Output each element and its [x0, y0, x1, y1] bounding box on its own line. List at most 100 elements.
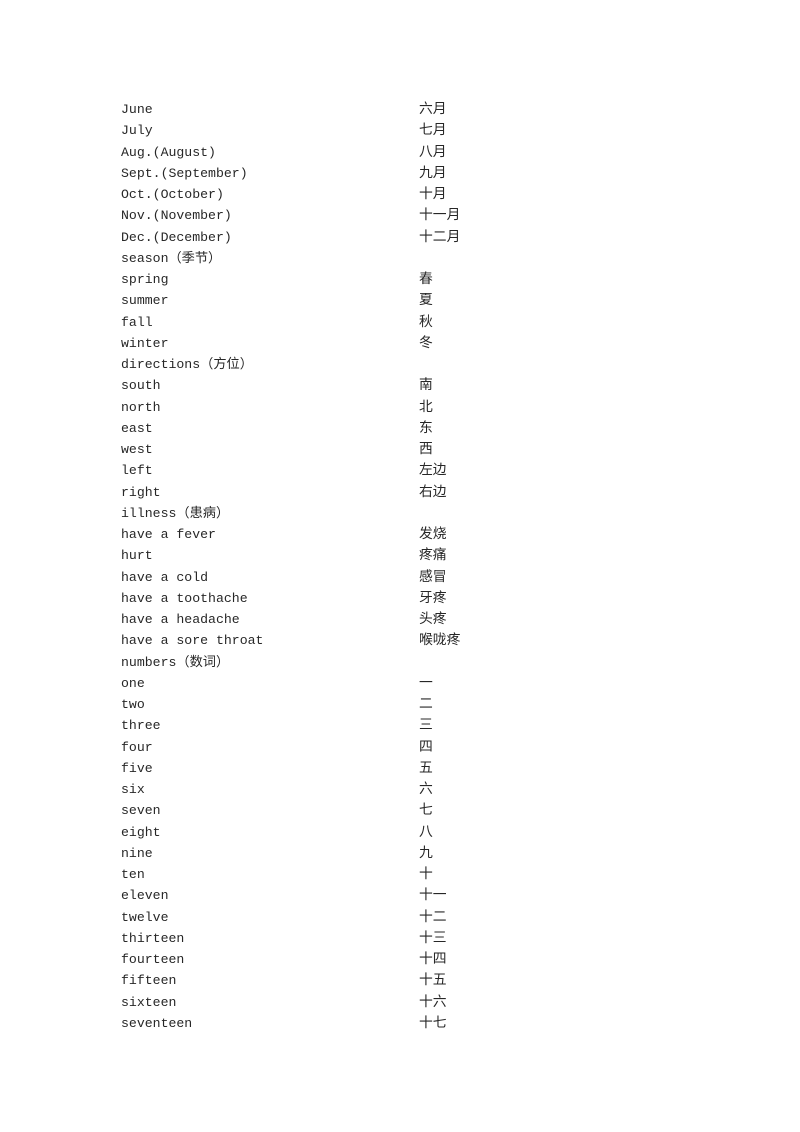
term-english: fall — [121, 314, 153, 330]
term-english: seventeen — [121, 1015, 193, 1031]
term-chinese: 十月 — [419, 186, 447, 202]
term-chinese: 五 — [419, 759, 433, 776]
vocabulary-row: have a sore throat 喉咙疼 — [121, 630, 721, 651]
vocabulary-row: Nov.(November) 十一月 — [121, 205, 721, 226]
term-english: one — [121, 675, 145, 691]
term-chinese: 十一月 — [419, 207, 461, 224]
term-chinese: 秋 — [419, 313, 433, 330]
vocabulary-row: fourteen 十四 — [121, 949, 721, 970]
section-heading-label: directions（方位） — [121, 357, 253, 372]
term-english: sixteen — [121, 994, 177, 1010]
vocabulary-row: Aug.(August) 八月 — [121, 142, 721, 163]
term-chinese: 十七 — [419, 1014, 447, 1031]
vocabulary-row: July 七月 — [121, 120, 721, 141]
term-english: seven — [121, 803, 161, 819]
vocabulary-row: have a cold 感冒 — [121, 567, 721, 588]
term-chinese: 东 — [419, 419, 433, 436]
term-english: summer — [121, 293, 169, 309]
vocabulary-row: hurt 疼痛 — [121, 545, 721, 566]
term-english: have a sore throat — [121, 633, 264, 649]
vocabulary-row: Oct.(October) 十月 — [121, 184, 721, 205]
vocabulary-row: two 二 — [121, 694, 721, 715]
term-english: Nov.(November) — [121, 208, 232, 224]
term-english: south — [121, 378, 161, 394]
term-english: fourteen — [121, 952, 185, 967]
vocabulary-row: east 东 — [121, 418, 721, 439]
vocabulary-section-heading: season（季节） — [121, 248, 721, 269]
term-chinese: 十 — [419, 866, 433, 882]
vocabulary-section-heading: numbers（数词） — [121, 652, 721, 673]
vocabulary-row: summer 夏 — [121, 290, 721, 311]
vocabulary-row: thirteen 十三 — [121, 928, 721, 949]
term-english: July — [121, 123, 153, 139]
term-english: three — [121, 718, 161, 734]
term-english: ten — [121, 867, 145, 882]
vocabulary-row: five 五 — [121, 758, 721, 779]
term-chinese: 十五 — [419, 972, 447, 989]
vocabulary-row: six 六 — [121, 779, 721, 800]
term-english: two — [121, 697, 145, 712]
term-chinese: 十一 — [419, 887, 447, 904]
term-english: twelve — [121, 909, 169, 925]
term-english: Aug.(August) — [121, 144, 216, 160]
term-chinese: 九 — [419, 844, 433, 861]
vocabulary-row: nine 九 — [121, 843, 721, 864]
term-chinese: 十二月 — [419, 228, 461, 245]
vocabulary-section-heading: directions（方位） — [121, 354, 721, 375]
vocabulary-row: have a headache 头疼 — [121, 609, 721, 630]
vocabulary-row: winter 冬 — [121, 333, 721, 354]
term-english: west — [121, 442, 153, 457]
term-chinese: 南 — [419, 377, 433, 394]
vocabulary-row: eight 八 — [121, 822, 721, 843]
term-english: fifteen — [121, 973, 177, 989]
term-chinese: 七月 — [419, 122, 447, 139]
vocabulary-row: four 四 — [121, 737, 721, 758]
term-chinese: 八月 — [419, 143, 447, 160]
term-english: left — [121, 463, 153, 479]
term-chinese: 感冒 — [419, 568, 447, 585]
vocabulary-row: Sept.(September) 九月 — [121, 163, 721, 184]
term-chinese: 春 — [419, 271, 433, 287]
term-chinese: 十四 — [419, 951, 447, 967]
vocabulary-row: fall 秋 — [121, 312, 721, 333]
vocabulary-row: fifteen 十五 — [121, 970, 721, 991]
section-heading-label: numbers（数词） — [121, 654, 230, 670]
term-chinese: 三 — [419, 717, 433, 734]
term-english: winter — [121, 335, 169, 351]
term-chinese: 六 — [419, 781, 433, 797]
term-chinese: 夏 — [419, 292, 433, 309]
term-english: June — [121, 102, 153, 117]
vocabulary-row: left 左边 — [121, 460, 721, 481]
term-chinese: 喉咙疼 — [419, 632, 461, 649]
vocabulary-row: ten 十 — [121, 864, 721, 885]
vocabulary-row: west 西 — [121, 439, 721, 460]
term-chinese: 七 — [419, 802, 433, 819]
term-chinese: 二 — [419, 696, 433, 712]
vocabulary-row: June 六月 — [121, 99, 721, 120]
term-english: thirteen — [121, 930, 185, 946]
vocabulary-row: three 三 — [121, 715, 721, 736]
term-english: eight — [121, 824, 161, 840]
term-english: Oct.(October) — [121, 187, 224, 202]
vocabulary-row: sixteen 十六 — [121, 992, 721, 1013]
term-english: have a cold — [121, 569, 209, 585]
term-chinese: 四 — [419, 738, 433, 755]
term-english: spring — [121, 272, 169, 287]
term-english: Dec.(December) — [121, 229, 232, 245]
section-heading-label: illness（患病） — [121, 505, 230, 521]
vocabulary-row: have a fever 发烧 — [121, 524, 721, 545]
term-chinese: 十三 — [419, 929, 447, 946]
vocabulary-row: seventeen 十七 — [121, 1013, 721, 1034]
term-chinese: 头疼 — [419, 611, 447, 627]
vocabulary-row: eleven 十一 — [121, 885, 721, 906]
term-chinese: 一 — [419, 674, 433, 691]
term-chinese: 十六 — [419, 993, 447, 1010]
term-chinese: 发烧 — [419, 526, 447, 542]
term-english: north — [121, 399, 161, 415]
term-chinese: 左边 — [419, 462, 447, 479]
term-chinese: 冬 — [419, 334, 433, 351]
vocabulary-list: June 六月 July 七月 Aug.(August) 八月 Sept.(Septembe… — [121, 99, 721, 1034]
document-page: June 六月 July 七月 Aug.(August) 八月 Sept.(Septembe… — [0, 0, 800, 1132]
vocabulary-row: right 右边 — [121, 482, 721, 503]
term-chinese: 十二 — [419, 908, 447, 925]
